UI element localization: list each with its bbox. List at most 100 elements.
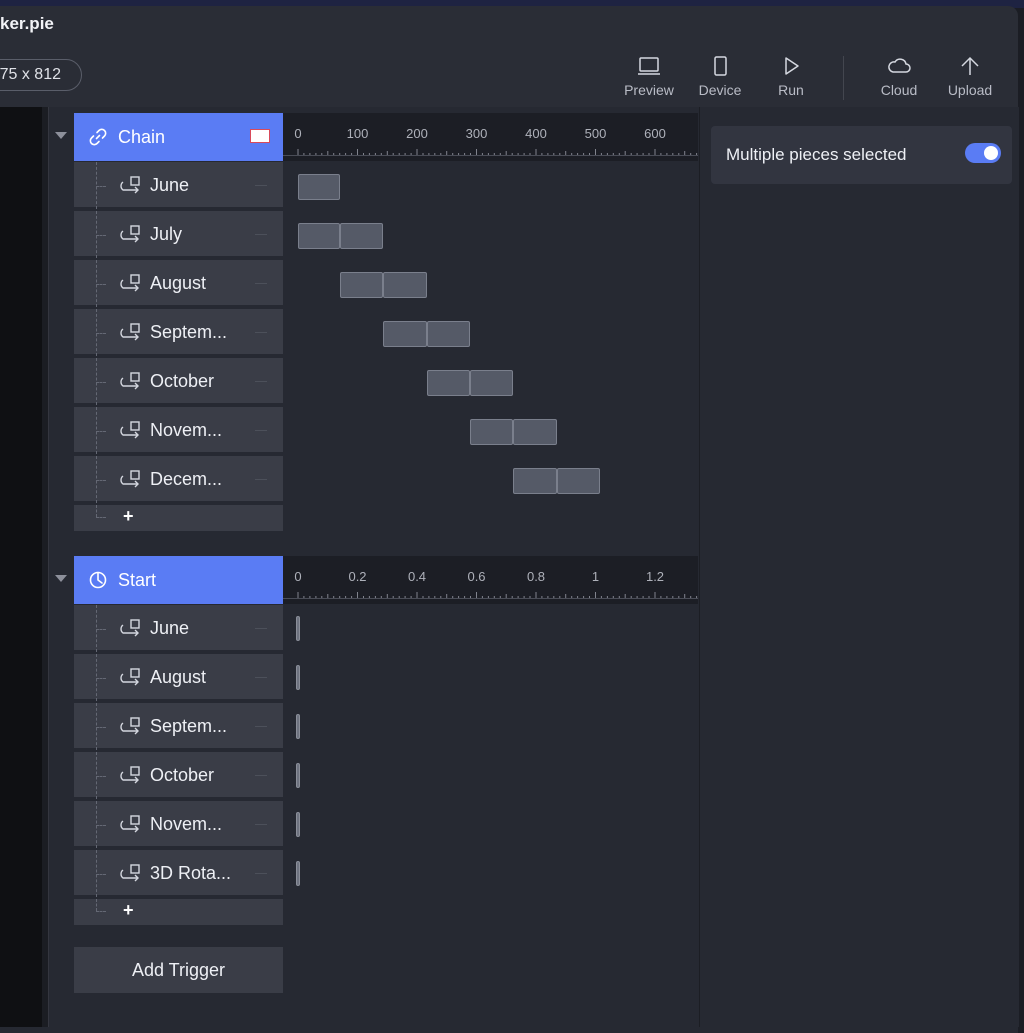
interaction-row[interactable]: July: [74, 211, 283, 258]
animation-block[interactable]: [383, 321, 427, 347]
ruler-tick-label: 1: [591, 569, 600, 584]
interaction-row[interactable]: Septem...: [74, 703, 283, 750]
animation-block[interactable]: [339, 272, 384, 298]
tree-line: [96, 505, 97, 517]
layer-target-icon: [120, 176, 140, 194]
interaction-row[interactable]: Novem...: [74, 407, 283, 454]
instant-marker[interactable]: [296, 714, 300, 739]
interaction-row[interactable]: June: [74, 605, 283, 652]
instant-marker[interactable]: [296, 763, 300, 788]
animation-block[interactable]: [426, 321, 470, 347]
canvas-size-pill[interactable]: 75 x 812: [0, 59, 82, 91]
layer-target-icon: [120, 766, 140, 784]
layer-target-icon: [120, 668, 140, 686]
animation-block[interactable]: [339, 223, 384, 249]
tree-branch: [96, 235, 106, 236]
preview-button[interactable]: Preview: [617, 56, 681, 98]
add-interaction-button[interactable]: +: [74, 505, 283, 531]
row-handle[interactable]: [255, 185, 267, 186]
row-handle[interactable]: [255, 430, 267, 431]
animation-block[interactable]: [513, 419, 557, 445]
interaction-row[interactable]: October: [74, 358, 283, 405]
ruler-tick-label: 1.2: [645, 569, 665, 584]
instant-marker[interactable]: [296, 665, 300, 690]
instant-marker[interactable]: [296, 616, 300, 641]
interaction-row-label: Septem...: [150, 716, 228, 736]
ruler-tick-label: 0.2: [348, 569, 367, 584]
clock-icon: [89, 571, 107, 589]
interaction-row[interactable]: August: [74, 654, 283, 701]
interaction-row-label: August: [150, 667, 207, 687]
instant-marker[interactable]: [296, 861, 300, 886]
inspector-panel: [699, 107, 1019, 1027]
cloud-icon: [888, 58, 911, 73]
ruler-tick-label: 100: [346, 126, 369, 141]
trigger-start-header[interactable]: Start: [74, 556, 283, 604]
cloud-label: Cloud: [880, 82, 918, 98]
animation-block[interactable]: [383, 272, 427, 298]
animation-block[interactable]: [426, 370, 470, 396]
interaction-row[interactable]: Septem...: [74, 309, 283, 356]
collapse-chain-triangle-icon[interactable]: [55, 132, 67, 139]
trigger-chain-header[interactable]: Chain: [74, 113, 283, 161]
instant-marker[interactable]: [296, 812, 300, 837]
row-handle[interactable]: [255, 873, 267, 874]
tree-branch: [96, 727, 106, 728]
interaction-row[interactable]: June: [74, 162, 283, 209]
interaction-row[interactable]: Novem...: [74, 801, 283, 848]
row-handle[interactable]: [255, 479, 267, 480]
interaction-row-label: Novem...: [150, 420, 223, 440]
cloud-button[interactable]: Cloud: [867, 56, 931, 98]
row-handle[interactable]: [255, 332, 267, 333]
row-handle[interactable]: [255, 628, 267, 629]
layer-target-icon: [120, 619, 140, 637]
row-handle[interactable]: [255, 234, 267, 235]
run-button[interactable]: Run: [759, 56, 823, 98]
ruler-tick-label: 0.8: [526, 569, 546, 584]
device-button[interactable]: Device: [688, 56, 752, 98]
animation-block[interactable]: [556, 468, 601, 494]
title-bar: ker.pie: [0, 6, 1018, 42]
row-handle[interactable]: [255, 824, 267, 825]
interaction-row-label: Septem...: [150, 322, 228, 342]
tree-branch: [96, 825, 106, 826]
tree-branch: [96, 911, 106, 912]
animation-block[interactable]: [469, 370, 514, 396]
collapse-start-triangle-icon[interactable]: [55, 575, 67, 582]
plus-icon: +: [123, 900, 134, 920]
animation-block[interactable]: [469, 419, 514, 445]
add-interaction-button[interactable]: +: [74, 899, 283, 925]
interaction-row[interactable]: 3D Rota...: [74, 850, 283, 897]
laptop-icon: [638, 57, 660, 75]
layer-target-icon: [120, 225, 140, 243]
ruler-tick-label: 200: [406, 126, 428, 141]
row-handle[interactable]: [255, 283, 267, 284]
row-handle[interactable]: [255, 677, 267, 678]
row-handle[interactable]: [255, 381, 267, 382]
interaction-row-label: June: [150, 618, 190, 638]
animation-block[interactable]: [513, 468, 557, 494]
phone-icon: [714, 56, 727, 76]
interaction-row-label: 3D Rota...: [150, 863, 232, 883]
layers-panel-edge: [0, 107, 42, 1027]
tree-line: [96, 899, 97, 911]
interaction-row-label: Decem...: [150, 469, 223, 489]
interaction-row-label: August: [150, 273, 207, 293]
interaction-row[interactable]: August: [74, 260, 283, 307]
color-swatch[interactable]: [250, 129, 270, 143]
animation-block[interactable]: [298, 174, 340, 200]
chain-timeline: [283, 161, 698, 529]
upload-button[interactable]: Upload: [938, 56, 1002, 98]
plus-icon: +: [123, 506, 134, 526]
row-handle[interactable]: [255, 726, 267, 727]
add-trigger-button[interactable]: Add Trigger: [74, 947, 283, 993]
run-label: Run: [778, 82, 804, 98]
selection-card: Multiple pieces selected: [711, 126, 1012, 184]
ruler-tick-label: 0.6: [467, 569, 486, 584]
animation-block[interactable]: [298, 223, 340, 249]
interaction-row[interactable]: Decem...: [74, 456, 283, 503]
row-handle[interactable]: [255, 775, 267, 776]
interaction-row[interactable]: October: [74, 752, 283, 799]
selection-toggle[interactable]: [965, 143, 1001, 163]
tree-branch: [96, 517, 106, 518]
